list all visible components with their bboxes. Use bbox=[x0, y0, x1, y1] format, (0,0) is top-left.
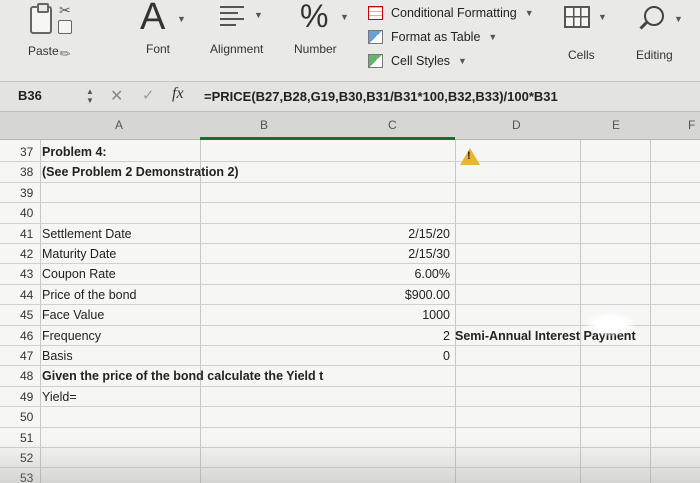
chevron-down-icon[interactable]: ▼ bbox=[177, 14, 186, 24]
warning-mark: ! bbox=[467, 150, 471, 162]
column-headers: A B C D E F bbox=[0, 112, 700, 140]
cell-a-label[interactable]: Settlement Date bbox=[42, 227, 132, 241]
cell-b-value[interactable]: 6.00% bbox=[415, 267, 450, 281]
styles-group: Conditional Formatting ▼ Format as Table… bbox=[368, 0, 543, 80]
format-as-table-icon bbox=[368, 30, 383, 44]
cell-b-value[interactable]: 2/15/30 bbox=[408, 247, 450, 261]
cell-a-label[interactable]: Face Value bbox=[42, 308, 104, 322]
font-group[interactable]: A ▼ Font bbox=[136, 0, 196, 70]
font-icon[interactable]: A bbox=[140, 0, 165, 39]
cancel-icon[interactable]: ✕ bbox=[110, 86, 123, 106]
confirm-icon[interactable]: ✓ bbox=[142, 86, 155, 104]
cells-group[interactable]: ▼ Cells bbox=[560, 0, 610, 70]
search-icon[interactable] bbox=[644, 6, 664, 26]
cell-b-value[interactable]: 2 bbox=[443, 329, 450, 343]
cell-a-label[interactable]: Basis bbox=[42, 349, 73, 363]
paste-group[interactable]: ✂ ✎ Paste bbox=[22, 2, 82, 74]
clipboard-icon[interactable] bbox=[30, 3, 52, 34]
row-number[interactable]: 44 bbox=[20, 288, 33, 302]
cell-a-label[interactable]: (See Problem 2 Demonstration 2) bbox=[42, 165, 239, 179]
chevron-down-icon[interactable]: ▼ bbox=[674, 14, 683, 24]
cell-styles-button[interactable]: Cell Styles ▼ bbox=[368, 50, 467, 72]
formula-bar: B36 ▲ ▼ ✕ ✓ fx =PRICE(B27,B28,G19,B30,B31… bbox=[0, 82, 700, 112]
row-number[interactable]: 40 bbox=[20, 206, 33, 220]
row-number[interactable]: 48 bbox=[20, 369, 33, 383]
column-header-f[interactable]: F bbox=[688, 118, 695, 132]
spreadsheet-grid[interactable]: 37 Problem 4: 38 (See Problem 2 Demonstrati… bbox=[0, 140, 700, 483]
number-group[interactable]: % ▼ Number bbox=[292, 0, 352, 70]
cell-a-label[interactable]: Given the price of the bond calculate th… bbox=[42, 369, 323, 383]
chevron-down-icon: ▼ bbox=[458, 56, 467, 66]
column-header-b[interactable]: B bbox=[260, 118, 268, 132]
alignment-label: Alignment bbox=[210, 42, 264, 56]
name-box-stepper-icon[interactable]: ▲ ▼ bbox=[86, 87, 94, 105]
row-number[interactable]: 46 bbox=[20, 329, 33, 343]
cell-b-value[interactable]: 2/15/20 bbox=[408, 227, 450, 241]
name-box[interactable]: B36 bbox=[18, 88, 42, 103]
row-number[interactable]: 38 bbox=[20, 165, 33, 179]
conditional-formatting-button[interactable]: Conditional Formatting ▼ bbox=[368, 2, 534, 24]
editing-label: Editing bbox=[636, 48, 673, 62]
row-number[interactable]: 49 bbox=[20, 390, 33, 404]
font-label: Font bbox=[146, 42, 171, 56]
chevron-down-icon[interactable]: ▼ bbox=[340, 12, 349, 22]
cell-b-value[interactable]: 0 bbox=[443, 349, 450, 363]
cell-b-value[interactable]: 1000 bbox=[422, 308, 450, 322]
alignment-group[interactable]: ▼ Alignment bbox=[210, 0, 270, 70]
cells-icon[interactable] bbox=[564, 6, 590, 28]
row-number[interactable]: 42 bbox=[20, 247, 33, 261]
conditional-formatting-icon bbox=[368, 6, 383, 20]
formula-input[interactable]: =PRICE(B27,B28,G19,B30,B31/B31*100,B32,B… bbox=[204, 89, 558, 104]
chevron-down-icon: ▼ bbox=[488, 32, 498, 42]
chevron-down-icon[interactable]: ▼ bbox=[254, 10, 263, 20]
copy-icon[interactable] bbox=[58, 20, 72, 34]
scissors-icon[interactable]: ✂ bbox=[59, 2, 71, 19]
column-header-a[interactable]: A bbox=[115, 118, 123, 132]
row-number[interactable]: 47 bbox=[20, 349, 33, 363]
cell-a-label[interactable]: Maturity Date bbox=[42, 247, 116, 261]
cell-a-label[interactable]: Problem 4: bbox=[42, 145, 107, 159]
column-header-e[interactable]: E bbox=[612, 118, 620, 132]
conditional-formatting-label: Conditional Formatting bbox=[391, 6, 517, 20]
screen-glare bbox=[585, 312, 635, 336]
column-header-c[interactable]: C bbox=[388, 118, 397, 132]
cell-b-value[interactable]: $900.00 bbox=[405, 288, 450, 302]
number-label: Number bbox=[294, 42, 337, 56]
cell-styles-icon bbox=[368, 54, 383, 68]
chevron-down-icon: ▼ bbox=[524, 8, 534, 18]
ribbon: ✂ ✎ Paste A ▼ Font ▼ Alignment % ▼ Numbe… bbox=[0, 0, 700, 82]
percent-icon[interactable]: % bbox=[300, 0, 328, 35]
row-number[interactable]: 45 bbox=[20, 308, 33, 322]
bottom-shadow bbox=[0, 440, 700, 483]
row-number[interactable]: 50 bbox=[20, 410, 33, 424]
insert-function-icon[interactable]: fx bbox=[172, 85, 184, 103]
cell-styles-label: Cell Styles bbox=[391, 54, 451, 68]
cell-a-label[interactable]: Price of the bond bbox=[42, 288, 137, 302]
row-number[interactable]: 39 bbox=[20, 186, 33, 200]
format-as-table-label: Format as Table bbox=[391, 30, 481, 44]
cell-a-label[interactable]: Frequency bbox=[42, 329, 101, 343]
alignment-icon[interactable] bbox=[220, 6, 244, 30]
row-number[interactable]: 43 bbox=[20, 267, 33, 281]
cell-a-label[interactable]: Yield= bbox=[42, 390, 77, 404]
cells-label: Cells bbox=[568, 48, 595, 62]
row-number[interactable]: 41 bbox=[20, 227, 33, 241]
paste-label: Paste bbox=[28, 44, 59, 58]
column-header-d[interactable]: D bbox=[512, 118, 521, 132]
editing-group[interactable]: ▼ Editing bbox=[632, 0, 692, 70]
row-number[interactable]: 37 bbox=[20, 145, 33, 159]
cell-a-label[interactable]: Coupon Rate bbox=[42, 267, 116, 281]
chevron-down-icon[interactable]: ▼ bbox=[598, 12, 607, 22]
format-as-table-button[interactable]: Format as Table ▼ bbox=[368, 26, 497, 48]
